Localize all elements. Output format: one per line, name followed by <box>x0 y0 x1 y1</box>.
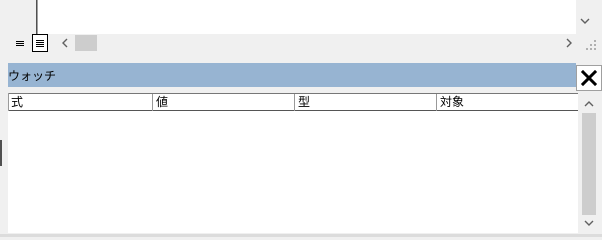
chevron-left-icon[interactable] <box>56 34 74 52</box>
code-horizontal-scrollbar[interactable] <box>52 34 576 52</box>
column-header-expression[interactable]: 式 <box>8 94 153 111</box>
splitter-edge[interactable] <box>0 140 2 166</box>
watch-column-header: 式 値 型 対象 <box>8 93 578 111</box>
code-editor[interactable] <box>38 0 584 34</box>
chevron-down-icon[interactable] <box>576 12 594 30</box>
code-window <box>8 0 602 58</box>
full-module-view-icon <box>36 39 44 47</box>
watch-list[interactable] <box>8 111 578 233</box>
column-header-context[interactable]: 対象 <box>437 94 578 111</box>
vertical-scroll-thumb[interactable] <box>582 113 596 215</box>
margin-divider <box>36 0 37 34</box>
size-grip-icon[interactable] <box>584 38 598 52</box>
window-bottom-edge <box>0 234 602 237</box>
close-icon <box>581 70 597 86</box>
close-button[interactable] <box>576 65 602 91</box>
chevron-right-icon[interactable] <box>560 34 578 52</box>
watch-title: ウォッチ <box>8 69 57 83</box>
column-header-value[interactable]: 値 <box>153 94 295 111</box>
procedure-view-button[interactable] <box>12 34 28 52</box>
horizontal-scroll-thumb[interactable] <box>75 35 97 51</box>
margin-indicator-bar[interactable] <box>8 0 38 34</box>
full-module-view-button[interactable] <box>32 34 48 52</box>
watch-window: ウォッチ 式 値 型 対象 <box>8 63 602 237</box>
procedure-view-icon <box>16 40 24 46</box>
watch-titlebar[interactable]: ウォッチ <box>8 63 576 87</box>
column-header-type[interactable]: 型 <box>295 94 437 111</box>
chevron-up-icon[interactable] <box>580 96 598 112</box>
chevron-down-icon[interactable] <box>580 215 598 231</box>
